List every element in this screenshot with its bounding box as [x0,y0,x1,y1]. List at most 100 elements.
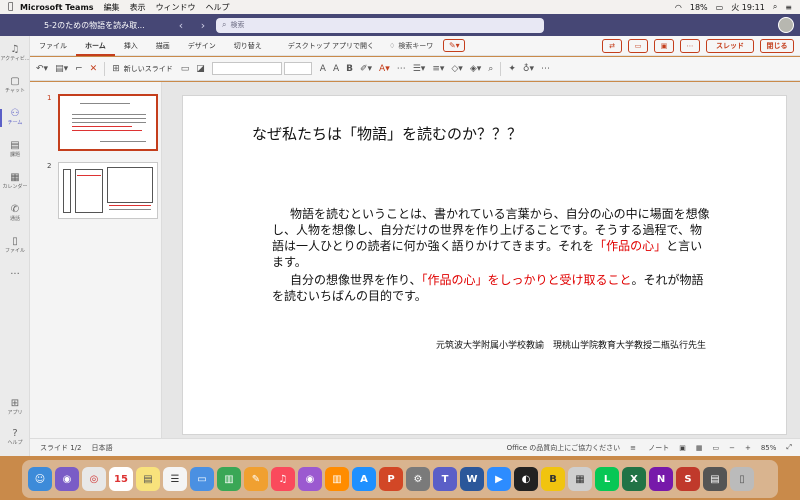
rail-chat[interactable]: ▢ チャット [0,76,30,94]
tab-transitions[interactable]: 切り替え [225,36,271,56]
highlight-icon[interactable]: ✐▾ [360,64,372,74]
music-icon[interactable]: ♫ [271,467,295,491]
finder-icon[interactable]: ☺ [28,467,52,491]
fit-slide-icon[interactable]: ⤢ [786,443,792,452]
reminders-icon[interactable]: ☰ [163,467,187,491]
more-font-icon[interactable]: ⋯ [397,64,406,74]
calendar-app-icon[interactable]: 15 [109,467,133,491]
control-center-icon[interactable]: ≡ [785,3,792,12]
apple-icon[interactable]:  [8,2,20,12]
downloads-icon[interactable]: ▤ [703,467,727,491]
back-icon[interactable]: ‹ [179,19,183,32]
overflow-icon[interactable]: ⋯ [541,64,550,74]
thumbnail-slide-1[interactable] [58,94,158,151]
trash-icon[interactable]: ▯ [730,467,754,491]
feedback-link[interactable]: Office の品質向上にご協力ください [507,443,621,453]
app-icon[interactable]: B [541,467,565,491]
slide-body[interactable]: 物語を読むということは、書かれている言葉から、自分の心の中に場面を想像し、人物を… [272,206,712,304]
numbers-icon[interactable]: ▥ [217,467,241,491]
more-options-icon[interactable]: ⋯ [680,38,700,53]
scansnap-icon[interactable]: S [676,467,700,491]
tab-home[interactable]: ホーム [76,36,115,56]
menu-window[interactable]: ウィンドウ [156,2,196,13]
rail-apps[interactable]: ⊞ アプリ [0,398,30,416]
zoom-out-icon[interactable]: − [729,444,735,452]
reading-view-icon[interactable]: ▭ [712,444,719,452]
line-icon[interactable]: L [595,467,619,491]
books-icon[interactable]: ▥ [325,467,349,491]
rail-calls[interactable]: ✆ 通話 [0,204,30,222]
shapes-icon[interactable]: ◇▾ [451,64,462,74]
fill-icon[interactable]: ◈▾ [470,64,481,74]
chrome-icon[interactable]: ◎ [82,467,106,491]
rail-files[interactable]: ▯ ファイル [0,236,30,254]
spotlight-icon[interactable]: ⌕ [773,2,777,12]
theme-icon[interactable]: ◪ [196,64,205,74]
language[interactable]: 日本語 [92,443,113,453]
undo-icon[interactable]: ↶▾ [36,64,48,74]
tab-file[interactable]: ファイル [30,36,76,56]
tab-draw[interactable]: 描画 [147,36,179,56]
slide-credit[interactable]: 元筑波大学附属小学校教諭 現桃山学院教育大学教授二瓶弘行先生 [436,338,706,351]
font-name-field[interactable] [211,62,282,75]
system-preferences-icon[interactable]: ⚙ [406,467,430,491]
pen-icon[interactable]: ✎▾ [443,39,466,52]
rail-assignments[interactable]: ▤ 課題 [0,140,30,158]
align-icon[interactable]: ≡▾ [432,64,444,74]
tab-design[interactable]: デザイン [179,36,225,56]
designer-icon[interactable]: ✦ [508,64,516,74]
podcasts-icon[interactable]: ◉ [298,467,322,491]
share-icon[interactable]: ⇄ [602,38,622,53]
pages-icon[interactable]: ✎ [244,467,268,491]
sorter-view-icon[interactable]: ▦ [696,444,703,452]
layout-icon[interactable]: ▭ [181,64,190,74]
new-slide-button[interactable]: ⊞ 新しいスライド [112,64,173,74]
word-icon[interactable]: W [460,467,484,491]
excel-icon[interactable]: X [622,467,646,491]
bold-icon[interactable]: B [346,64,353,74]
siri-icon[interactable]: ◉ [55,467,79,491]
font-size-field[interactable] [283,62,312,75]
rail-activity[interactable]: ♫ アクティビ... [0,44,30,62]
menu-view[interactable]: 表示 [130,2,146,13]
keynote-icon[interactable]: ▭ [190,467,214,491]
onenote-icon[interactable]: N [649,467,673,491]
notes-button[interactable]: ≡ ノート [630,443,669,453]
forward-icon[interactable]: › [201,19,205,32]
find-icon[interactable]: ⌕ [488,64,493,74]
app-menu[interactable]: Microsoft Teams [20,3,94,12]
battery-icon[interactable]: ▭ [716,3,724,12]
wifi-icon[interactable]: ◠ [675,3,682,12]
tab-insert[interactable]: 挿入 [115,36,147,56]
menu-help[interactable]: ヘルプ [206,2,230,13]
search-input[interactable]: ⌕ 検索 [216,17,544,33]
thread-button[interactable]: スレッド [706,38,754,53]
present-icon[interactable]: ▣ [654,38,674,53]
zoom-in-icon[interactable]: + [745,444,751,452]
slide-title[interactable]: なぜ私たちは「物語」を読むのか？？？ [252,123,522,144]
rail-teams[interactable]: ⚇ チーム [0,108,30,127]
paste-icon[interactable]: ▤▾ [55,64,68,74]
format-painter-icon[interactable]: ⌐ [75,64,83,74]
open-desktop-app[interactable]: デスクトップ アプリで開く [279,36,383,56]
rail-calendar[interactable]: ▦ カレンダー [0,172,30,190]
zoom-icon[interactable]: ▶ [487,467,511,491]
dictate-icon[interactable]: ♁▾ [523,64,534,74]
rail-more[interactable]: ... [0,266,30,277]
avatar[interactable] [778,17,794,33]
close-button[interactable]: 閉じる [760,38,794,53]
slide[interactable]: なぜ私たちは「物語」を読むのか？？？ 物語を読むということは、書かれている言葉か… [182,95,787,435]
font-color-icon[interactable]: A▾ [379,64,390,74]
settings-icon[interactable]: ▦ [568,467,592,491]
shrink-font-icon[interactable]: A [333,64,339,74]
battery-percent[interactable]: 18% [690,3,708,12]
rail-help[interactable]: ? ヘルプ [0,428,30,446]
powerpoint-icon[interactable]: P [379,467,403,491]
menu-edit[interactable]: 編集 [104,2,120,13]
thumbnail-slide-2[interactable] [58,162,158,219]
grow-font-icon[interactable]: A [320,64,326,74]
normal-view-icon[interactable]: ▣ [679,444,686,452]
bullets-icon[interactable]: ☰▾ [413,64,426,74]
comment-icon[interactable]: ▭ [628,38,648,53]
notes-app-icon[interactable]: ▤ [136,467,160,491]
